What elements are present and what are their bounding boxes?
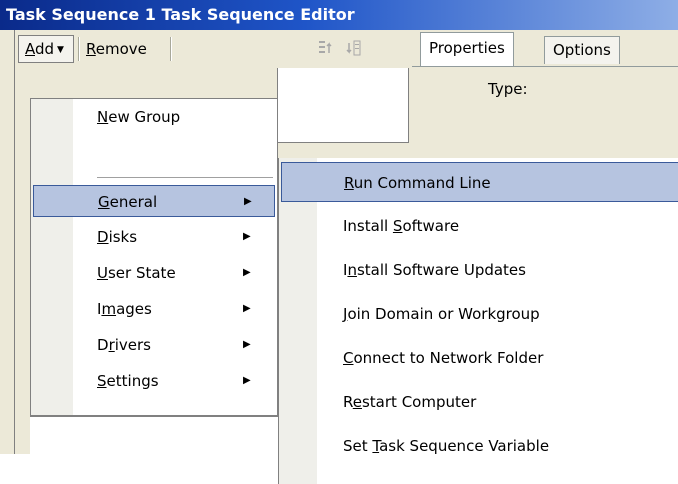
- menu-item-label: Drivers: [97, 329, 151, 361]
- dropdown-arrow-icon: ▼: [57, 45, 64, 55]
- menu-item-hotkey: m: [101, 300, 117, 318]
- menu-item-label-post: ew Group: [108, 108, 181, 126]
- submenu-item-hotkey: R: [344, 174, 354, 192]
- submenu-item-label-post: onnect to Network Folder: [353, 349, 544, 367]
- menu-item-label: User State: [97, 257, 176, 289]
- menu-item-label-post: isks: [108, 228, 138, 246]
- tab-divider: [412, 66, 678, 67]
- menu-separator: [97, 177, 273, 178]
- remove-button[interactable]: Remove: [80, 36, 153, 62]
- submenu-item-hotkey: e: [352, 393, 362, 411]
- submenu-arrow-icon: ▶: [243, 267, 251, 278]
- menu-item-images[interactable]: Images ▶: [33, 293, 275, 325]
- menu-item-general[interactable]: General ▶: [33, 185, 275, 217]
- submenu-arrow-icon: ▶: [243, 339, 251, 350]
- submenu-arrow-icon: ▶: [243, 231, 251, 242]
- toolbar: Add ▼ Remove: [16, 33, 412, 67]
- general-submenu: Run Command Line Install Software Install …: [278, 158, 678, 484]
- task-tree-pane[interactable]: [277, 68, 409, 143]
- menu-item-label: New Group: [97, 101, 180, 133]
- menu-item-disks[interactable]: Disks ▶: [33, 221, 275, 253]
- remove-button-hotkey: R: [86, 40, 96, 58]
- menu-item-hotkey: U: [97, 264, 108, 282]
- toolbar-separator: [170, 37, 172, 61]
- submenu-item-label-pre: Install: [343, 217, 393, 235]
- submenu-item-label: Set Task Sequence Variable: [343, 426, 549, 466]
- task-sequence-editor-window: Add ▼ Remove Properties Options Type: New…: [0, 30, 678, 484]
- menu-item-settings[interactable]: Settings ▶: [33, 365, 275, 397]
- menu-item-hotkey: G: [98, 193, 110, 211]
- submenu-item-label-post: stall Software Updates: [356, 261, 526, 279]
- menu-item-user-state[interactable]: User State ▶: [33, 257, 275, 289]
- submenu-item-label-pre: R: [343, 393, 353, 411]
- menu-item-label: Disks: [97, 221, 137, 253]
- menu-item-label-post: ettings: [106, 372, 159, 390]
- submenu-item-label-post: start Computer: [361, 393, 477, 411]
- submenu-item-join-domain-or-workgroup[interactable]: Join Domain or Workgroup: [281, 294, 678, 334]
- window-title: Task Sequence 1 Task Sequence Editor: [0, 0, 678, 30]
- submenu-item-set-task-sequence-variable[interactable]: Set Task Sequence Variable: [281, 426, 678, 466]
- menu-item-new-group[interactable]: New Group: [33, 101, 275, 133]
- menu-item-label-post: ivers: [114, 336, 151, 354]
- add-button-hotkey: A: [25, 40, 35, 58]
- menu-item-drivers[interactable]: Drivers ▶: [33, 329, 275, 361]
- submenu-item-label-post: un Command Line: [353, 174, 491, 192]
- submenu-arrow-icon: ▶: [243, 375, 251, 386]
- menu-item-label-pre: D: [97, 336, 109, 354]
- submenu-item-hotkey: n: [347, 261, 357, 279]
- submenu-item-label-post: oin Domain or Workgroup: [347, 305, 540, 323]
- submenu-item-label-pre: Set: [343, 437, 373, 455]
- submenu-arrow-icon: ▶: [243, 303, 251, 314]
- type-label: Type:: [488, 80, 528, 98]
- menu-item-label-post: eneral: [109, 193, 158, 211]
- move-up-icon[interactable]: [316, 39, 338, 59]
- remove-button-label: emove: [95, 40, 147, 58]
- submenu-item-label: Restart Computer: [343, 382, 476, 422]
- submenu-item-hotkey: C: [343, 349, 354, 367]
- menu-item-hotkey: D: [97, 228, 109, 246]
- submenu-item-install-software-updates[interactable]: Install Software Updates: [281, 250, 678, 290]
- menu-item-hotkey: N: [97, 108, 109, 126]
- submenu-item-label: Run Command Line: [344, 163, 491, 203]
- submenu-item-label-post: ask Sequence Variable: [379, 437, 550, 455]
- menu-item-label: Settings: [97, 365, 159, 397]
- tab-properties[interactable]: Properties: [420, 32, 514, 66]
- submenu-item-install-software[interactable]: Install Software: [281, 206, 678, 246]
- submenu-item-restart-computer[interactable]: Restart Computer: [281, 382, 678, 422]
- submenu-item-label-post: oftware: [402, 217, 460, 235]
- menu-item-label: Images: [97, 293, 152, 325]
- submenu-item-run-command-line[interactable]: Run Command Line: [281, 162, 678, 202]
- move-down-icon[interactable]: [342, 39, 364, 59]
- submenu-item-label: Connect to Network Folder: [343, 338, 543, 378]
- submenu-arrow-icon: ▶: [244, 196, 252, 207]
- submenu-item-label: Join Domain or Workgroup: [343, 294, 540, 334]
- submenu-item-label: Install Software: [343, 206, 459, 246]
- tab-options[interactable]: Options: [544, 36, 620, 64]
- add-button[interactable]: Add ▼: [18, 35, 74, 63]
- add-menu: New Group General ▶ Disks ▶ User State ▶ Images…: [30, 98, 278, 416]
- menu-item-label-post: ages: [116, 300, 152, 318]
- add-button-label: dd: [35, 40, 55, 58]
- menu-item-hotkey: S: [97, 372, 107, 390]
- submenu-item-label: Install Software Updates: [343, 250, 526, 290]
- menu-item-label-post: ser State: [107, 264, 176, 282]
- submenu-item-connect-to-network-folder[interactable]: Connect to Network Folder: [281, 338, 678, 378]
- menu-item-label: General: [98, 186, 157, 218]
